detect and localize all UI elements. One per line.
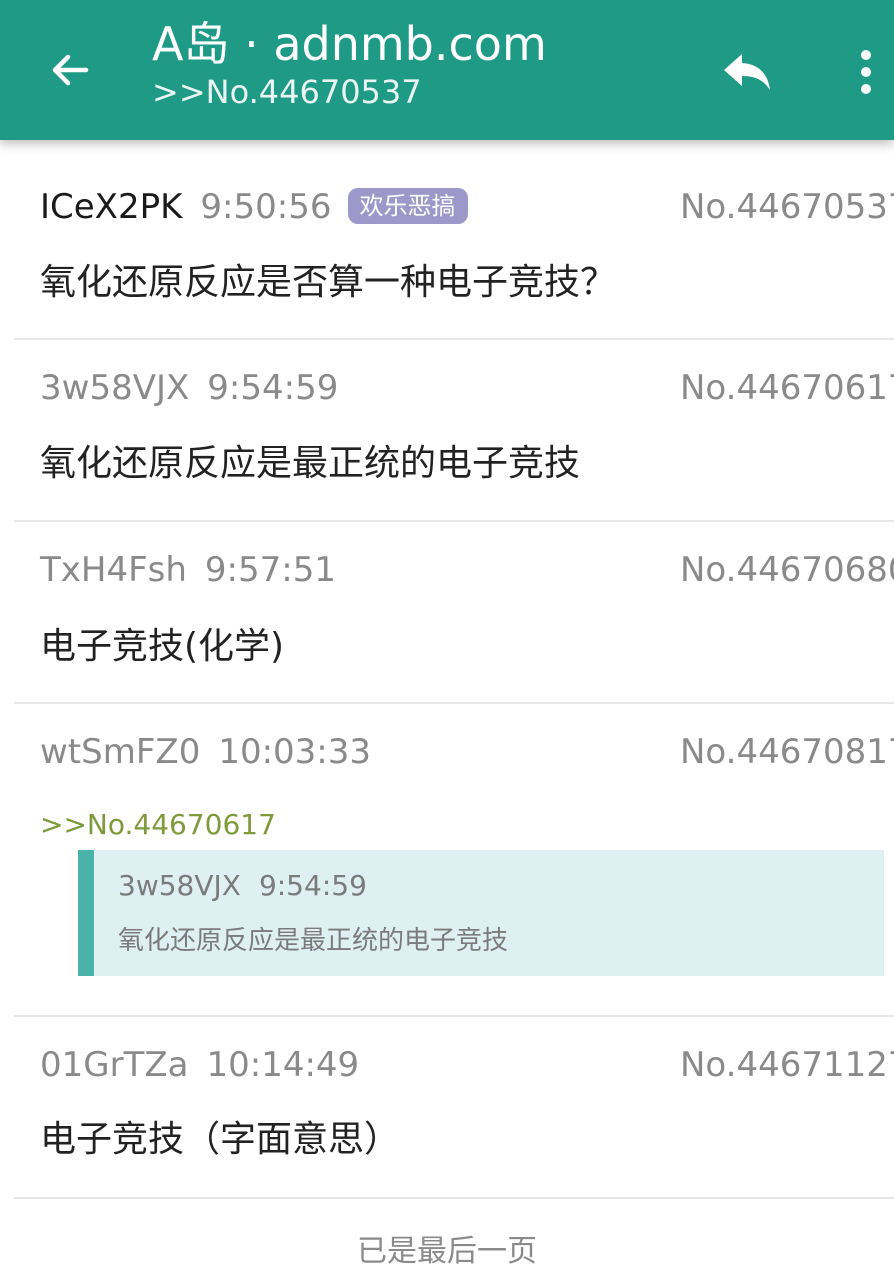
quoted-content: 氧化还原反应是最正统的电子竞技 xyxy=(118,926,509,956)
reply-icon xyxy=(724,54,770,90)
page-title: A岛 · adnmb.com xyxy=(152,17,547,71)
reply-button[interactable] xyxy=(712,40,782,104)
post-header: TxH4Fsh 9:57:51 No.44670680 xyxy=(40,545,894,595)
end-of-page-label: 已是最后一页 xyxy=(357,1234,537,1269)
post-header: ICeX2PK 9:50:56 欢乐恶搞 No.44670537 xyxy=(40,182,894,232)
post-content: 电子竞技（字面意思） xyxy=(40,1119,401,1160)
post-content: 电子竞技(化学) xyxy=(40,626,285,667)
post-time: 9:57:51 xyxy=(204,550,336,590)
post-user-id[interactable]: 3w58VJX xyxy=(40,363,189,413)
divider xyxy=(14,1015,894,1017)
divider xyxy=(14,520,894,522)
quote-link[interactable]: >>No.44670617 xyxy=(40,805,276,845)
post-number[interactable]: No.44670680 xyxy=(680,545,894,595)
quoted-user-id: 3w58VJX xyxy=(118,869,241,902)
post-content: 氧化还原反应是最正统的电子竞技 xyxy=(40,443,581,484)
post-user-id[interactable]: wtSmFZ0 xyxy=(40,727,200,777)
post-number[interactable]: No.44670617 xyxy=(680,363,894,413)
more-options-button[interactable] xyxy=(838,40,894,104)
divider xyxy=(14,338,894,340)
quoted-time: 9:54:59 xyxy=(258,869,367,902)
quoted-post[interactable]: 3w58VJX 9:54:59 氧化还原反应是最正统的电子竞技 xyxy=(78,850,884,976)
post-number[interactable]: No.44671127 xyxy=(680,1040,894,1090)
quoted-post-header: 3w58VJX 9:54:59 xyxy=(118,866,367,906)
post-number[interactable]: No.44670537 xyxy=(680,182,894,232)
post-time: 10:14:49 xyxy=(206,1045,360,1085)
arrow-left-icon xyxy=(52,54,89,86)
post-user-id[interactable]: 01GrTZa xyxy=(40,1040,188,1090)
post-header: 01GrTZa 10:14:49 No.44671127 xyxy=(40,1040,894,1090)
app-bar: A岛 · adnmb.com >>No.44670537 xyxy=(0,0,894,140)
post-number[interactable]: No.44670817 xyxy=(680,727,894,777)
post-time: 10:03:33 xyxy=(218,732,372,772)
divider xyxy=(14,702,894,704)
quote-accent-bar xyxy=(78,850,94,976)
post-time: 9:50:56 xyxy=(200,187,332,227)
back-button[interactable] xyxy=(40,40,100,100)
divider xyxy=(14,1197,894,1199)
post-header: wtSmFZ0 10:03:33 No.44670817 xyxy=(40,727,894,777)
title-block: A岛 · adnmb.com >>No.44670537 xyxy=(152,16,547,112)
post-user-id[interactable]: TxH4Fsh xyxy=(40,545,187,595)
post-time: 9:54:59 xyxy=(207,368,339,408)
post-header: 3w58VJX 9:54:59 No.44670617 xyxy=(40,363,894,413)
thread-number-subtitle: >>No.44670537 xyxy=(152,73,422,111)
forum-tag-badge[interactable]: 欢乐恶搞 xyxy=(347,188,468,224)
more-vertical-icon xyxy=(861,50,871,94)
post-user-id[interactable]: ICeX2PK xyxy=(40,182,182,232)
post-content: 氧化还原反应是否算一种电子竞技？ xyxy=(40,262,617,303)
